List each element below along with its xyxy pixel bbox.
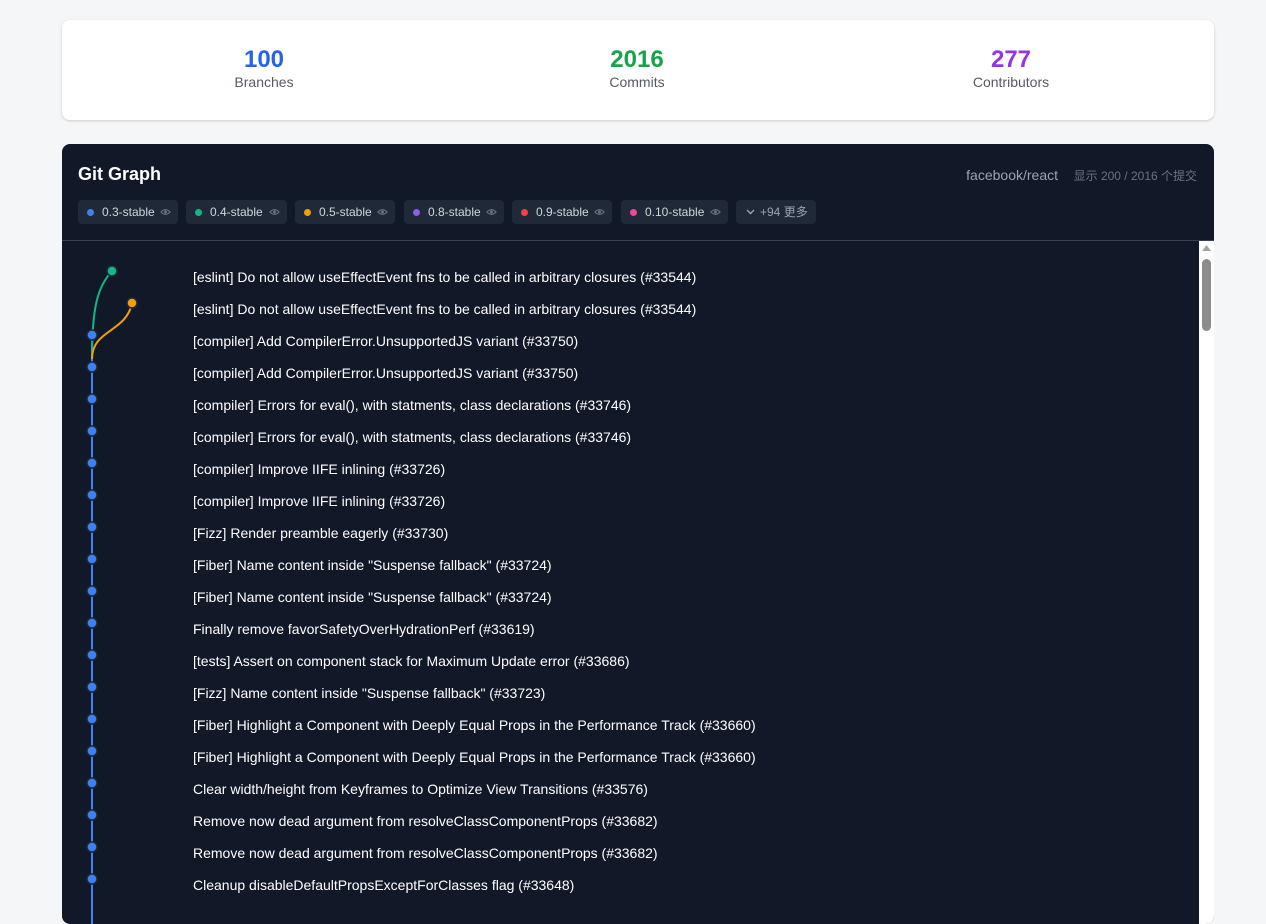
commit-row[interactable]: Finally remove favorSafetyOverHydrationP… [193,620,535,638]
branch-chip[interactable]: 0.9-stable [512,200,612,224]
eye-icon[interactable] [594,207,605,217]
branch-name: 0.10-stable [645,205,705,219]
branch-color-dot [521,209,528,216]
branch-name: 0.4-stable [210,205,263,219]
commit-node[interactable] [106,265,118,277]
repo-name: facebook/react [966,167,1058,183]
commit-row[interactable]: [eslint] Do not allow useEffectEvent fns… [193,268,696,286]
commit-node[interactable] [86,681,98,693]
branch-chip[interactable]: 0.4-stable [186,200,287,224]
branch-chip[interactable]: 0.8-stable [404,200,504,224]
branch-color-dot [87,209,94,216]
stat-branches: 100 Branches [164,46,364,91]
branch-color-dot [195,209,202,216]
commit-node[interactable] [86,873,98,885]
stat-branches-value: 100 [243,46,285,73]
branch-name: 0.8-stable [428,205,481,219]
branch-color-dot [630,209,637,216]
commit-row[interactable]: Remove now dead argument from resolveCla… [193,844,658,862]
commit-row[interactable]: [eslint] Do not allow useEffectEvent fns… [193,300,696,318]
orange-branch-line [91,302,133,360]
commit-node[interactable] [126,297,138,309]
commit-row[interactable]: Clear width/height from Keyframes to Opt… [193,780,648,798]
commit-count-info: 显示 200 / 2016 个提交 [1073,169,1197,183]
eye-icon[interactable] [710,207,721,217]
commit-row[interactable]: Remove now dead argument from resolveCla… [193,812,658,830]
eye-icon[interactable] [377,207,388,217]
commit-node[interactable] [86,489,98,501]
commit-node[interactable] [86,329,98,341]
scrollbar-thumb[interactable] [1202,259,1211,331]
commit-node[interactable] [86,713,98,725]
scroll-up-arrow-icon[interactable] [1202,245,1211,251]
stat-commits: 2016 Commits [537,46,737,91]
commit-node[interactable] [86,457,98,469]
eye-icon[interactable] [160,207,171,217]
commit-row[interactable]: [compiler] Errors for eval(), with statm… [193,396,631,414]
commit-row[interactable]: [Fiber] Highlight a Component with Deepl… [193,748,756,766]
stat-commits-label: Commits [609,74,665,90]
eye-icon[interactable] [486,207,497,217]
more-branches-button[interactable]: +94 更多 [736,200,816,224]
commit-row[interactable]: [Fiber] Name content inside "Suspense fa… [193,556,552,574]
chevron-down-icon [746,209,755,215]
stat-branches-label: Branches [234,74,294,90]
branch-chip[interactable]: 0.5-stable [295,200,395,224]
commit-row[interactable]: [compiler] Errors for eval(), with statm… [193,428,631,446]
commit-row[interactable]: [Fiber] Name content inside "Suspense fa… [193,588,552,606]
commit-node[interactable] [86,745,98,757]
commit-node[interactable] [86,425,98,437]
commit-row[interactable]: Cleanup disableDefaultPropsExceptForClas… [193,876,574,894]
branch-chip[interactable]: 0.10-stable [621,200,728,224]
branch-name: 0.5-stable [319,205,372,219]
branch-chip[interactable]: 0.3-stable [78,200,178,224]
commit-row[interactable]: [Fizz] Render preamble eagerly (#33730) [193,524,448,542]
commit-node[interactable] [86,585,98,597]
scrollbar[interactable] [1199,241,1214,924]
git-graph-panel: Git Graph facebook/react 显示 200 / 2016 个… [62,144,1214,924]
branch-name: 0.9-stable [536,205,589,219]
graph-lines [86,265,138,924]
stat-contributors: 277 Contributors [911,46,1111,91]
branch-name: 0.3-stable [102,205,155,219]
commit-node[interactable] [86,809,98,821]
stat-commits-value: 2016 [610,46,664,73]
commit-row[interactable]: [Fizz] Name content inside "Suspense fal… [193,684,545,702]
commit-row[interactable]: [compiler] Improve IIFE inlining (#33726… [193,492,445,510]
branch-color-dot [413,209,420,216]
stat-contributors-label: Contributors [972,74,1050,90]
commit-node[interactable] [86,553,98,565]
commit-node[interactable] [86,841,98,853]
branch-color-dot [304,209,311,216]
commit-node[interactable] [86,617,98,629]
commit-row[interactable]: [compiler] Add CompilerError.Unsupported… [193,364,578,382]
commit-node[interactable] [86,777,98,789]
commit-node[interactable] [86,361,98,373]
commit-node[interactable] [86,521,98,533]
commit-row[interactable]: [compiler] Add CompilerError.Unsupported… [193,332,578,350]
more-branches-label: +94 更多 [760,205,808,219]
stat-contributors-value: 277 [990,46,1032,73]
commit-graph: [eslint] Do not allow useEffectEvent fns… [62,241,1214,924]
commit-row[interactable]: [tests] Assert on component stack for Ma… [193,652,630,670]
stats-card: 100 Branches 2016 Commits 277 Contributo… [62,20,1214,120]
commit-node[interactable] [86,649,98,661]
commit-row[interactable]: [Fiber] Highlight a Component with Deepl… [193,716,756,734]
panel-title: Git Graph [78,164,162,184]
eye-icon[interactable] [269,207,280,217]
commit-node[interactable] [86,393,98,405]
commit-row[interactable]: [compiler] Improve IIFE inlining (#33726… [193,460,445,478]
